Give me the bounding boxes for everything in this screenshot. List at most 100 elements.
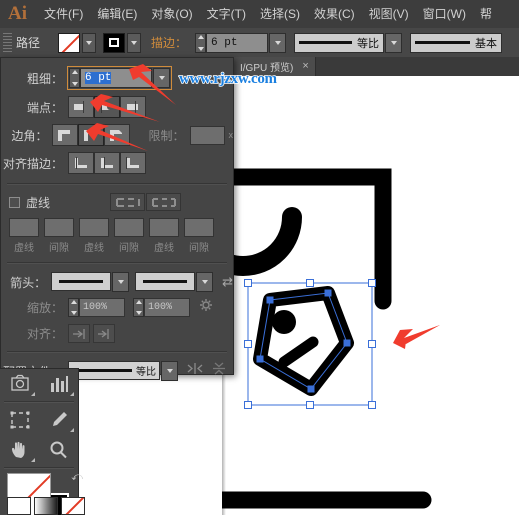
menu-view[interactable]: 视图(V): [362, 0, 416, 28]
dash-field-2[interactable]: [79, 218, 109, 237]
brush-definition-select[interactable]: 基本: [410, 32, 503, 53]
none-mode-icon[interactable]: [61, 497, 85, 515]
watermark-label: www.rjzxw.com: [178, 70, 278, 88]
menu-edit[interactable]: 编辑(E): [90, 0, 144, 28]
width-profile-select[interactable]: 等比: [294, 32, 385, 53]
weight-field-group[interactable]: 6 pt: [67, 66, 172, 90]
artboard-canvas[interactable]: [222, 76, 519, 515]
stroke-weight-field[interactable]: 6 pt: [206, 32, 269, 53]
swap-arrow-icon[interactable]: ⇄: [222, 274, 233, 290]
gap-field-1[interactable]: [44, 218, 74, 237]
gap-field-2[interactable]: [114, 218, 144, 237]
dash-align-icon[interactable]: [146, 193, 182, 211]
profile-dropdown[interactable]: [161, 361, 178, 381]
arrowhead-end-select[interactable]: [135, 272, 196, 291]
miter-limit-unit: x: [228, 130, 234, 140]
scale-end-stepper[interactable]: [133, 298, 144, 317]
menu-bar: Ai 文件(F) 编辑(E) 对象(O) 文字(T) 选择(S) 效果(C) 视…: [0, 0, 519, 29]
slash-mark: [278, 336, 319, 368]
gap-field-3[interactable]: [184, 218, 214, 237]
swap-fill-stroke-icon[interactable]: ⤺: [71, 471, 83, 484]
place-at-end-icon[interactable]: [93, 324, 115, 343]
stroke-swatch[interactable]: [103, 32, 126, 53]
weight-input[interactable]: 6 pt: [80, 68, 152, 88]
menu-select[interactable]: 选择(S): [253, 0, 307, 28]
control-object-label: 路径: [16, 36, 41, 50]
arrowhead-start-dropdown[interactable]: [112, 272, 130, 292]
fill-swatch-dropdown[interactable]: [82, 32, 97, 53]
width-profile-preview: [299, 41, 353, 44]
tool-row-1: [0, 369, 78, 399]
weight-stepper[interactable]: [69, 68, 80, 88]
corner-label: 边角：: [11, 128, 48, 143]
dash-labels-row: 虚线 间隙 虚线 间隙 虚线 间隙: [9, 239, 233, 254]
panel-divider-2: [7, 262, 227, 264]
arrowhead-start-select[interactable]: [51, 272, 112, 291]
scale-start-field[interactable]: 100%: [79, 298, 125, 317]
menu-file[interactable]: 文件(F): [37, 0, 90, 28]
plus-mark: [272, 310, 296, 334]
align-outside-icon[interactable]: [120, 152, 146, 174]
artwork-svg: [222, 168, 432, 509]
stroke-align-row: 对齐描边：: [1, 152, 233, 174]
dash-field-1[interactable]: [9, 218, 39, 237]
tool-row-3: [0, 435, 78, 465]
align-inside-icon[interactable]: [94, 152, 120, 174]
control-stroke-label: 描边：: [151, 36, 188, 50]
miter-join-icon[interactable]: [52, 124, 79, 146]
arrowhead-end-dropdown[interactable]: [196, 272, 214, 292]
eyedropper-tool-icon[interactable]: [39, 405, 78, 435]
arrow-align-row: 对齐：: [1, 324, 233, 343]
brush-definition-label: 基本: [475, 37, 498, 50]
close-icon[interactable]: ×: [302, 61, 308, 72]
zoom-tool-icon[interactable]: [39, 435, 78, 465]
projecting-cap-icon[interactable]: [120, 96, 146, 118]
bag-outline-path: [222, 168, 432, 509]
align-center-icon[interactable]: [68, 152, 94, 174]
dashed-line-checkbox[interactable]: [9, 196, 20, 208]
menu-window[interactable]: 窗口(W): [416, 0, 473, 28]
butt-cap-icon[interactable]: [68, 96, 94, 118]
flip-across-icon[interactable]: [187, 362, 203, 380]
miter-limit-field[interactable]: [189, 125, 225, 145]
tool-divider-2: [4, 467, 74, 469]
slice-tool-icon[interactable]: [0, 405, 39, 435]
tool-row-2: [0, 405, 78, 435]
artboard-tool-icon[interactable]: [0, 369, 39, 399]
menu-help[interactable]: 帮: [473, 0, 499, 28]
round-cap-icon[interactable]: [94, 96, 120, 118]
link-scale-icon[interactable]: [199, 298, 213, 317]
dash-fields-row: [9, 218, 233, 237]
profile-select[interactable]: 等比: [68, 361, 160, 380]
gap-label-2: 间隙: [119, 243, 139, 254]
profile-value: 等比: [136, 367, 156, 378]
flip-along-icon[interactable]: [211, 362, 227, 380]
width-profile-label: 等比: [357, 37, 380, 50]
stroke-weight-stepper[interactable]: [195, 32, 207, 53]
scale-end-field[interactable]: 100%: [144, 298, 190, 317]
stroke-panel: 粗细： 6 pt 端点： 边角： 限制： x 对齐描边： 虚线 虚线 间隙 虚线…: [0, 57, 234, 381]
gradient-mode-icon[interactable]: [34, 497, 58, 515]
round-join-icon[interactable]: [78, 124, 105, 146]
menu-type[interactable]: 文字(T): [200, 0, 253, 28]
scale-start-stepper[interactable]: [68, 298, 79, 317]
dash-preserve-icon[interactable]: [110, 193, 146, 211]
dash-label-1: 虚线: [14, 243, 34, 254]
fill-swatch[interactable]: [58, 32, 81, 53]
weight-label: 粗细：: [26, 71, 63, 86]
graph-tool-icon[interactable]: [39, 369, 78, 399]
align-label: 对齐描边：: [2, 156, 63, 171]
stroke-swatch-dropdown[interactable]: [127, 32, 142, 53]
width-profile-dropdown[interactable]: [385, 32, 403, 53]
stroke-cap-row: 端点：: [1, 96, 233, 118]
color-mode-icon[interactable]: [7, 497, 31, 515]
menu-effect[interactable]: 效果(C): [307, 0, 362, 28]
control-bar-grip[interactable]: [3, 33, 12, 52]
bevel-join-icon[interactable]: [104, 124, 131, 146]
hand-tool-icon[interactable]: [0, 435, 39, 465]
dash-field-3[interactable]: [149, 218, 179, 237]
stroke-weight-dropdown[interactable]: [269, 32, 287, 53]
menu-object[interactable]: 对象(O): [144, 0, 199, 28]
weight-dropdown[interactable]: [153, 68, 170, 88]
extend-to-tip-icon[interactable]: [68, 324, 90, 343]
